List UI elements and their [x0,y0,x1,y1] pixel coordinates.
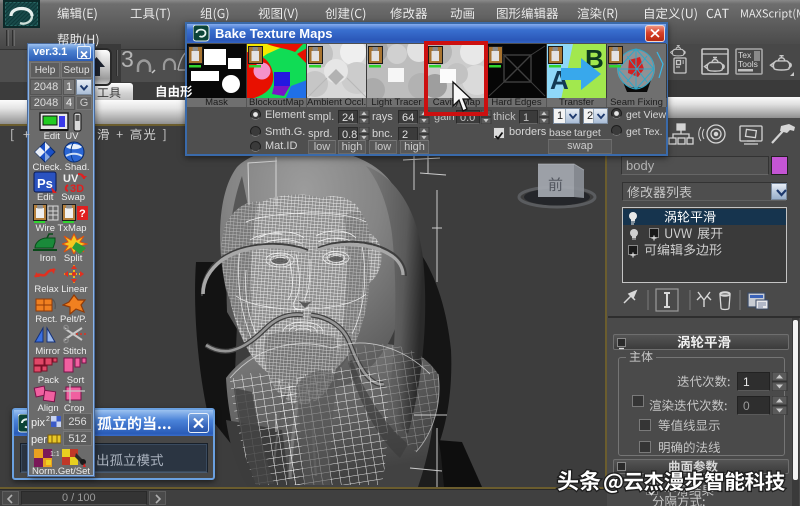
svg-text:Ps: Ps [37,176,53,191]
svg-text:per: per [31,434,47,446]
svg-text:Tools: Tools [738,59,758,69]
svg-text:1:1: 1:1 [50,451,59,458]
svg-text:pix: pix [31,417,46,429]
svg-text:2: 2 [46,416,50,423]
svg-text:?: ? [79,208,86,220]
